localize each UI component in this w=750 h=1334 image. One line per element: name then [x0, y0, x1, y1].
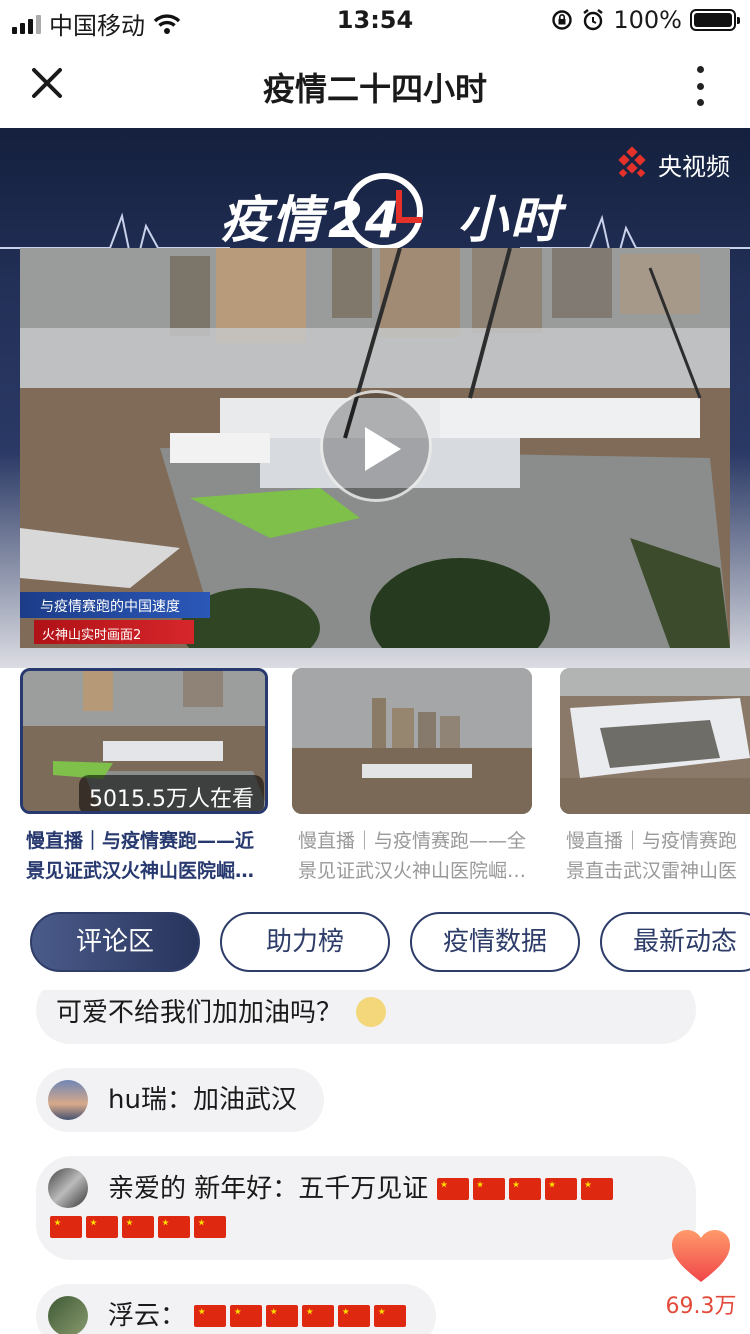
flag-icon	[508, 1178, 541, 1200]
alarm-icon	[583, 9, 604, 31]
caption-line2: 火神山实时画面2	[34, 620, 194, 644]
flag-icon	[230, 1305, 263, 1327]
banner-title-text: 疫情24 小时	[220, 180, 562, 252]
stream-title: 慢直播｜与疫情赛跑 景直击武汉雷神山医	[560, 826, 750, 886]
more-icon[interactable]	[690, 66, 710, 106]
comment-text: 可爱不给我们加加油吗？	[56, 998, 343, 1028]
flag-row	[50, 1208, 676, 1246]
stream-item-1[interactable]: 5015.5万人在看 慢直播｜与疫情赛跑——近 景见证武汉火神山医院崛…	[20, 668, 268, 886]
flag-icon	[544, 1178, 577, 1200]
flag-icon	[86, 1216, 118, 1238]
stream-title-line2: 景直击武汉雷神山医	[566, 860, 738, 882]
status-right: 100%	[551, 6, 740, 34]
stream-list: 5015.5万人在看 慢直播｜与疫情赛跑——近 景见证武汉火神山医院崛… 慢直播…	[0, 668, 750, 898]
flag-icon	[122, 1216, 154, 1238]
tab-comments[interactable]: 评论区	[30, 912, 200, 972]
flag-icon	[472, 1178, 505, 1200]
rotation-lock-icon	[552, 10, 573, 30]
comment-author[interactable]: 浮云：	[108, 1301, 186, 1331]
stream-thumbnail	[560, 668, 750, 814]
page-title: 疫情二十四小时	[262, 70, 487, 108]
viewer-count: 5015.5万人在看	[79, 775, 264, 811]
flag-icon	[194, 1216, 226, 1238]
stream-title-line1: 慢直播｜与疫情赛跑——近	[26, 830, 255, 852]
comment-text: 五千万见证	[298, 1174, 429, 1204]
nav-bar: 疫情二十四小时	[0, 40, 750, 128]
avatar[interactable]	[48, 1296, 88, 1334]
flag-icon	[580, 1178, 613, 1200]
stream-title-line2: 景见证武汉火神山医院崛…	[298, 860, 527, 882]
banner-title-right: 小时	[457, 191, 562, 249]
video-player[interactable]: 与疫情赛跑的中国速度 火神山实时画面2	[20, 248, 730, 648]
caption-line1: 与疫情赛跑的中国速度	[20, 592, 210, 618]
avatar[interactable]	[48, 1168, 88, 1208]
comment-text: 加油武汉	[192, 1085, 297, 1115]
status-bar: 中国移动 13:54 100%	[0, 0, 750, 40]
flag-icon	[266, 1305, 299, 1327]
tab-epidemic-data[interactable]: 疫情数据	[410, 912, 580, 972]
like-button[interactable]: 69.3万	[656, 1228, 746, 1320]
flag-icon	[158, 1216, 190, 1238]
comment-list: 可爱不给我们加加油吗？ hu瑞：加油武汉 亲爱的 新年好：五千万见证 浮云：	[0, 990, 750, 1334]
comment-author[interactable]: 亲爱的 新年好：	[108, 1174, 298, 1204]
comment-author[interactable]: hu瑞：	[108, 1085, 193, 1115]
stream-thumbnail: 5015.5万人在看	[20, 668, 268, 814]
emoji-icon	[356, 997, 387, 1027]
like-count: 69.3万	[665, 1294, 737, 1319]
flag-icon	[374, 1305, 407, 1327]
banner-title-left: 疫情	[220, 191, 324, 249]
flag-icon	[302, 1305, 335, 1327]
comment-item: 亲爱的 新年好：五千万见证	[36, 1156, 696, 1260]
stream-thumbnail	[292, 668, 532, 814]
tab-latest-news[interactable]: 最新动态	[600, 912, 750, 972]
comment-item: hu瑞：加油武汉	[36, 1068, 324, 1132]
stream-title-line1: 慢直播｜与疫情赛跑——全	[298, 830, 527, 852]
stream-item-2[interactable]: 慢直播｜与疫情赛跑——全 景见证武汉火神山医院崛…	[292, 668, 540, 886]
stream-title: 慢直播｜与疫情赛跑——全 景见证武汉火神山医院崛…	[292, 826, 540, 886]
live-banner: 央视频 疫情24 小时 与疫情赛跑的中国速度 火神山实时画面2	[0, 128, 750, 668]
stream-title: 慢直播｜与疫情赛跑——近 景见证武汉火神山医院崛…	[20, 826, 268, 886]
stream-title-line1: 慢直播｜与疫情赛跑	[566, 830, 738, 852]
banner-title-num: 24	[328, 191, 402, 249]
flag-icon	[194, 1305, 227, 1327]
heart-icon[interactable]	[670, 1228, 732, 1284]
tab-support-ranking[interactable]: 助力榜	[220, 912, 390, 972]
play-button[interactable]	[320, 390, 432, 502]
battery-percent: 100%	[613, 6, 682, 34]
section-tabs: 评论区 助力榜 疫情数据 最新动态	[0, 912, 750, 972]
flag-icon	[50, 1216, 82, 1238]
stream-title-line2: 景见证武汉火神山医院崛…	[26, 860, 255, 882]
avatar[interactable]	[48, 1080, 88, 1120]
comment-item: 浮云：	[36, 1284, 436, 1334]
flag-icon	[338, 1305, 371, 1327]
stream-item-3[interactable]: 慢直播｜与疫情赛跑 景直击武汉雷神山医	[560, 668, 750, 886]
flag-icon	[436, 1178, 469, 1200]
comment-item: 可爱不给我们加加油吗？	[36, 990, 696, 1044]
battery-icon	[690, 9, 740, 31]
